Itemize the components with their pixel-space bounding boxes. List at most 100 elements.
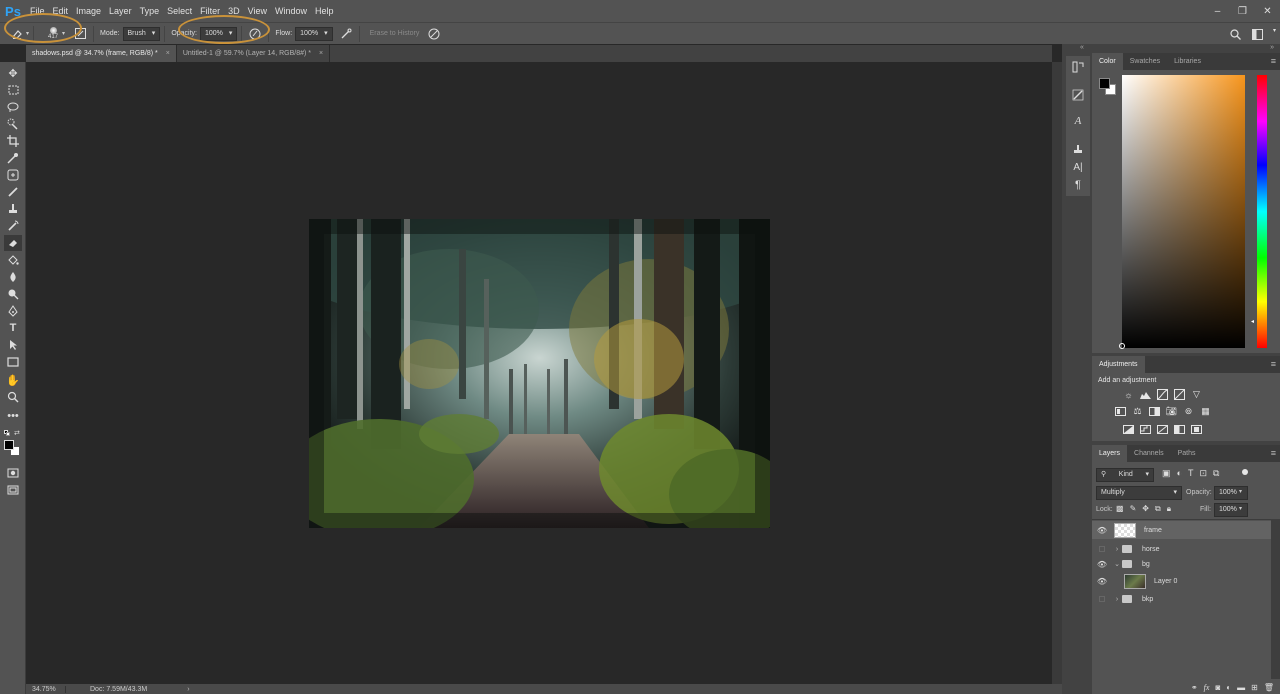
color-picker-handle[interactable] <box>1119 343 1125 349</box>
chevron-down-icon[interactable]: ⌄ <box>1112 560 1122 568</box>
pixel-layer-filter-icon[interactable]: ▣ <box>1162 468 1171 479</box>
paint-bucket-tool-icon[interactable] <box>4 252 22 268</box>
new-adjustment-icon[interactable]: ◐ <box>1226 683 1231 692</box>
tab-color[interactable]: Color <box>1092 53 1123 70</box>
smart-object-filter-icon[interactable]: ⧉ <box>1213 468 1219 479</box>
tab-swatches[interactable]: Swatches <box>1123 53 1167 70</box>
visibility-toggle-empty[interactable] <box>1092 595 1112 604</box>
foreground-color[interactable] <box>4 440 14 450</box>
hand-tool-icon[interactable]: ✋ <box>4 372 22 388</box>
curves-icon[interactable] <box>1156 388 1169 401</box>
layer-opacity-field[interactable]: 100% <box>1214 486 1248 500</box>
history-brush-tool-icon[interactable] <box>4 218 22 234</box>
lock-position-icon[interactable]: ✥ <box>1142 504 1149 514</box>
swap-colors-icon[interactable]: ⇄ <box>14 429 20 437</box>
canvas-scrollbar[interactable] <box>1052 62 1062 684</box>
minimize-button[interactable]: – <box>1205 6 1230 17</box>
pen-tool-icon[interactable] <box>4 303 22 319</box>
status-arrow-icon[interactable]: › <box>187 686 189 693</box>
quick-select-tool-icon[interactable] <box>4 116 22 132</box>
screen-mode-icon[interactable] <box>4 482 22 498</box>
tab-libraries[interactable]: Libraries <box>1167 53 1208 70</box>
mode-dropdown[interactable]: Brush ▾ <box>122 26 161 41</box>
adjustment-layer-filter-icon[interactable]: ◐ <box>1177 468 1182 479</box>
gradient-map-icon[interactable] <box>1173 423 1186 436</box>
layer-row-layer-0[interactable]: 👁︎ Layer 0 <box>1092 572 1271 590</box>
fill-field[interactable]: 100% <box>1214 503 1248 517</box>
photo-filter-icon[interactable]: 📷︎ <box>1165 405 1178 418</box>
crop-tool-icon[interactable] <box>4 133 22 149</box>
invert-icon[interactable] <box>1122 423 1135 436</box>
clone-stamp-tool-icon[interactable] <box>4 201 22 217</box>
delete-layer-icon[interactable]: 🗑︎ <box>1264 683 1274 692</box>
close-icon[interactable]: × <box>319 50 323 57</box>
threshold-icon[interactable] <box>1156 423 1169 436</box>
color-lookup-icon[interactable]: ▦ <box>1199 405 1212 418</box>
fill-chevron-icon[interactable]: ▾ <box>1239 505 1242 512</box>
quick-mask-icon[interactable] <box>4 465 22 481</box>
clone-source-icon[interactable] <box>1070 142 1086 156</box>
layer-opacity-chevron-icon[interactable]: ▾ <box>1239 488 1242 495</box>
healing-brush-tool-icon[interactable] <box>4 167 22 183</box>
layer-filter-dropdown[interactable]: ⚲ Kind ▾ <box>1096 468 1154 482</box>
blend-mode-dropdown[interactable]: Multiply ▾ <box>1096 486 1182 500</box>
brush-settings-icon[interactable] <box>1070 88 1086 102</box>
move-tool-icon[interactable]: ✥ <box>4 65 22 81</box>
dodge-tool-icon[interactable] <box>4 286 22 302</box>
hue-saturation-icon[interactable] <box>1114 405 1127 418</box>
posterize-icon[interactable] <box>1139 423 1152 436</box>
visibility-eye-icon[interactable]: 👁︎ <box>1092 577 1112 586</box>
rectangle-tool-icon[interactable] <box>4 354 22 370</box>
layer-row-frame[interactable]: 👁︎ frame <box>1092 521 1271 539</box>
filter-toggle-icon[interactable] <box>1242 469 1248 475</box>
saturation-brightness-field[interactable] <box>1122 75 1245 348</box>
selective-color-icon[interactable] <box>1190 423 1203 436</box>
lasso-tool-icon[interactable] <box>4 99 22 115</box>
tab-shadows[interactable]: shadows.psd @ 34.7% (frame, RGB/8) * × <box>26 45 177 62</box>
vibrance-icon[interactable]: ▽ <box>1190 388 1203 401</box>
close-icon[interactable]: × <box>166 50 170 57</box>
brush-tool-icon[interactable] <box>4 184 22 200</box>
default-colors-icon[interactable] <box>4 430 12 438</box>
type-tool-icon[interactable]: T <box>4 320 22 336</box>
tab-layers[interactable]: Layers <box>1092 445 1128 462</box>
workspace-chevron-icon[interactable]: ▾ <box>1273 27 1276 34</box>
collapse-arrows-icon[interactable]: « <box>1080 44 1084 51</box>
more-tools-icon[interactable]: ••• <box>4 408 22 424</box>
path-selection-tool-icon[interactable] <box>4 337 22 353</box>
tab-channels[interactable]: Channels <box>1127 445 1171 462</box>
color-swatches[interactable] <box>4 440 20 456</box>
panel-menu-icon[interactable]: ≡ <box>1271 53 1276 70</box>
color-balance-icon[interactable]: ⚖ <box>1131 405 1144 418</box>
eraser-tool-icon[interactable] <box>4 235 22 251</box>
history-panel-icon[interactable] <box>1070 60 1086 74</box>
visibility-eye-icon[interactable]: 👁︎ <box>1092 526 1112 535</box>
workspace-icon[interactable] <box>1248 26 1266 42</box>
marquee-tool-icon[interactable] <box>4 82 22 98</box>
paragraph-panel-icon[interactable]: ¶ <box>1070 178 1086 192</box>
eyedropper-tool-icon[interactable] <box>4 150 22 166</box>
flow-field[interactable]: 100% ▾ <box>295 26 333 41</box>
lock-transparency-icon[interactable]: ▩ <box>1116 504 1124 514</box>
layers-scrollbar[interactable] <box>1271 519 1280 679</box>
layer-row-bkp[interactable]: › bkp <box>1092 590 1271 608</box>
tab-adjustments[interactable]: Adjustments <box>1092 356 1145 373</box>
chevron-right-icon[interactable]: › <box>1112 546 1122 553</box>
brightness-contrast-icon[interactable]: ☼ <box>1122 388 1135 401</box>
size-pressure-icon[interactable] <box>425 26 443 42</box>
add-style-icon[interactable]: fx <box>1204 683 1210 692</box>
link-layers-icon[interactable]: ⚭ <box>1191 683 1198 692</box>
tab-paths[interactable]: Paths <box>1171 445 1203 462</box>
menu-help[interactable]: Help <box>311 0 338 22</box>
close-window-button[interactable]: ✕ <box>1255 6 1280 17</box>
character-styles-icon[interactable]: A <box>1070 114 1086 128</box>
exposure-icon[interactable] <box>1173 388 1186 401</box>
hue-slider[interactable] <box>1257 75 1267 348</box>
chevron-right-icon[interactable]: › <box>1112 596 1122 603</box>
visibility-toggle-empty[interactable] <box>1092 545 1112 554</box>
new-group-icon[interactable]: ▬ <box>1237 683 1245 692</box>
blur-tool-icon[interactable] <box>4 269 22 285</box>
lock-artboard-icon[interactable]: ⧉ <box>1155 504 1161 514</box>
panel-menu-icon[interactable]: ≡ <box>1271 356 1276 373</box>
menu-window[interactable]: Window <box>271 0 311 22</box>
